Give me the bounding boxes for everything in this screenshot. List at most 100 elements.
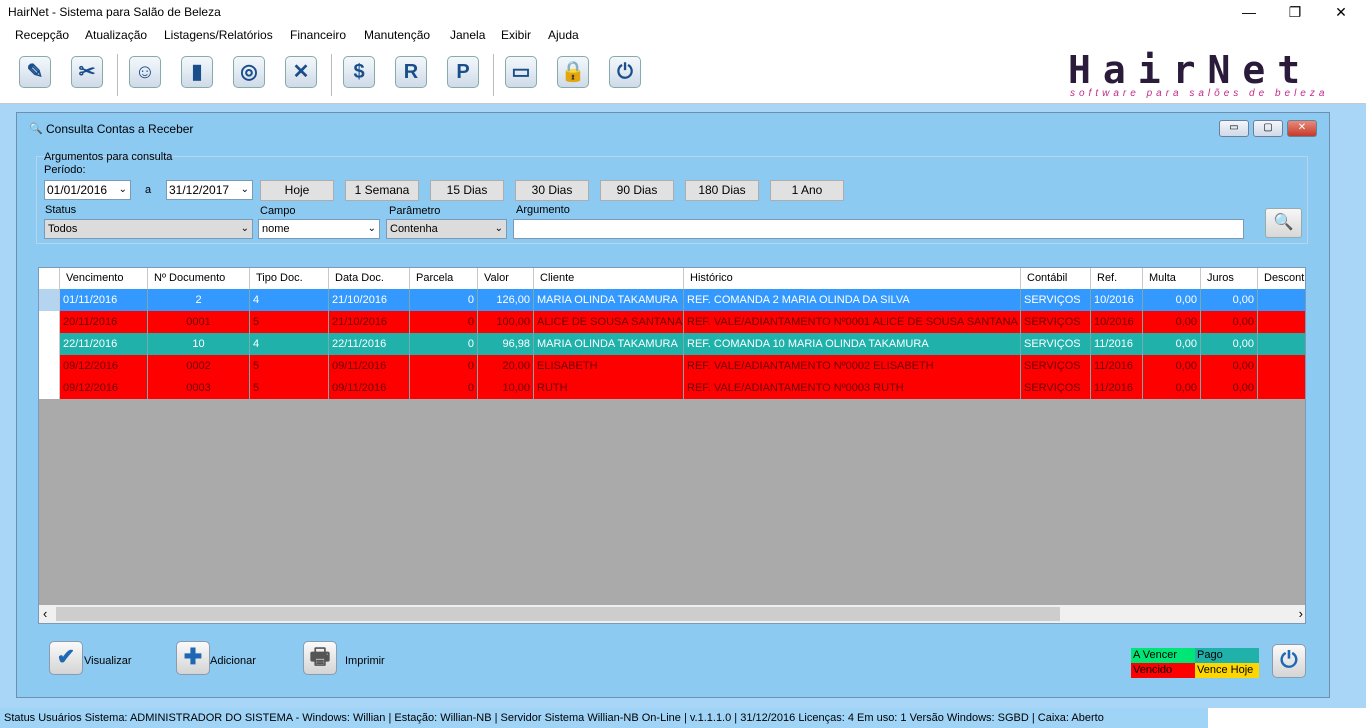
maximize-button[interactable]: ❐: [1272, 0, 1318, 24]
tools-icon[interactable]: ✕: [285, 56, 317, 88]
door-icon[interactable]: ▮: [181, 56, 213, 88]
table-cell[interactable]: SERVIÇOS: [1021, 333, 1091, 355]
table-cell[interactable]: 09/12/2016: [60, 355, 148, 377]
table-cell[interactable]: 0: [410, 377, 478, 399]
table-cell[interactable]: 0,00: [1143, 311, 1201, 333]
table-cell[interactable]: 0: [410, 333, 478, 355]
row-indicator[interactable]: [39, 311, 60, 333]
table-cell[interactable]: 0,00: [1143, 355, 1201, 377]
table-cell[interactable]: SERVIÇOS: [1021, 355, 1091, 377]
table-cell[interactable]: 0: [410, 311, 478, 333]
table-cell[interactable]: [1258, 333, 1305, 355]
receivables-grid[interactable]: Vencimento Nº Documento Tipo Doc. Data D…: [38, 267, 1306, 624]
child-minimize-button[interactable]: ▭: [1219, 120, 1249, 137]
table-cell[interactable]: REF. VALE/ADIANTAMENTO Nº0002 ELISABETH: [684, 355, 1021, 377]
row-indicator[interactable]: [39, 333, 60, 355]
menu-financeiro[interactable]: Financeiro: [290, 28, 346, 42]
scroll-right-icon[interactable]: ›: [1299, 605, 1303, 623]
table-cell[interactable]: 2: [148, 289, 250, 311]
15-dias-button[interactable]: 15 Dias: [430, 180, 504, 201]
table-row[interactable]: 22/11/2016 10 4 22/11/2016 0 96,98 MARIA OLIND…: [39, 333, 1305, 355]
menu-listagens[interactable]: Listagens/Relatórios: [164, 28, 273, 42]
table-cell[interactable]: 0003: [148, 377, 250, 399]
table-cell[interactable]: 0,00: [1201, 311, 1258, 333]
imprimir-label[interactable]: Imprimir: [345, 655, 385, 667]
180-dias-button[interactable]: 180 Dias: [685, 180, 759, 201]
table-cell[interactable]: 96,98: [478, 333, 534, 355]
table-cell[interactable]: ELISABETH: [534, 355, 684, 377]
menu-janela[interactable]: Janela: [450, 28, 485, 42]
column-header[interactable]: Histórico: [684, 268, 1021, 289]
table-cell[interactable]: 0: [410, 355, 478, 377]
column-header[interactable]: Parcela: [410, 268, 478, 289]
table-cell[interactable]: 5: [250, 311, 329, 333]
table-cell[interactable]: MARIA OLINDA TAKAMURA: [534, 333, 684, 355]
search-button[interactable]: 🔍: [1265, 208, 1302, 238]
table-cell[interactable]: REF. VALE/ADIANTAMENTO Nº0001 ALICE DE S…: [684, 311, 1021, 333]
row-indicator[interactable]: [39, 289, 60, 311]
table-cell[interactable]: ALICE DE SOUSA SANTANA: [534, 311, 684, 333]
table-cell[interactable]: 10,00: [478, 377, 534, 399]
menu-exibir[interactable]: Exibir: [501, 28, 531, 42]
table-cell[interactable]: 20,00: [478, 355, 534, 377]
table-cell[interactable]: REF. COMANDA 10 MARIA OLINDA TAKAMURA: [684, 333, 1021, 355]
table-cell[interactable]: 10/2016: [1091, 289, 1143, 311]
column-header[interactable]: Ref.: [1091, 268, 1143, 289]
table-cell[interactable]: [1258, 311, 1305, 333]
menu-recepcao[interactable]: Recepção: [15, 28, 69, 42]
date-to-picker[interactable]: 31/12/2017 ⌄: [166, 180, 253, 200]
visualizar-label[interactable]: Visualizar: [84, 655, 132, 667]
table-cell[interactable]: 11/2016: [1091, 333, 1143, 355]
date-from-picker[interactable]: 01/01/2016 ⌄: [44, 180, 131, 200]
column-header[interactable]: Vencimento: [60, 268, 148, 289]
column-header[interactable]: Nº Documento: [148, 268, 250, 289]
table-row[interactable]: 20/11/2016 0001 5 21/10/2016 0 100,00 ALICE DE…: [39, 311, 1305, 333]
column-header[interactable]: Cliente: [534, 268, 684, 289]
lock-icon[interactable]: 🔒: [557, 56, 589, 88]
table-cell[interactable]: SERVIÇOS: [1021, 311, 1091, 333]
minimize-button[interactable]: —: [1226, 0, 1272, 24]
table-cell[interactable]: 126,00: [478, 289, 534, 311]
table-cell[interactable]: 09/11/2016: [329, 355, 410, 377]
close-button[interactable]: ✕: [1318, 0, 1364, 24]
child-restore-button[interactable]: ▢: [1253, 120, 1283, 137]
child-close-button[interactable]: ✕: [1287, 120, 1317, 137]
column-header[interactable]: Data Doc.: [329, 268, 410, 289]
visualizar-button[interactable]: ✔: [49, 641, 83, 675]
column-header[interactable]: Multa: [1143, 268, 1201, 289]
table-cell[interactable]: 22/11/2016: [329, 333, 410, 355]
table-cell[interactable]: [1258, 289, 1305, 311]
keyboard-icon[interactable]: ▭: [505, 56, 537, 88]
menu-manutencao[interactable]: Manutenção: [364, 28, 430, 42]
table-cell[interactable]: 11/2016: [1091, 377, 1143, 399]
table-cell[interactable]: RUTH: [534, 377, 684, 399]
scroll-thumb[interactable]: [56, 607, 1060, 621]
column-header[interactable]: Tipo Doc.: [250, 268, 329, 289]
table-cell[interactable]: 100,00: [478, 311, 534, 333]
table-cell[interactable]: 0,00: [1201, 333, 1258, 355]
table-cell[interactable]: 01/11/2016: [60, 289, 148, 311]
row-indicator[interactable]: [39, 355, 60, 377]
table-cell[interactable]: 0,00: [1201, 377, 1258, 399]
p-icon[interactable]: P: [447, 56, 479, 88]
table-cell[interactable]: 5: [250, 377, 329, 399]
table-cell[interactable]: 0002: [148, 355, 250, 377]
table-cell[interactable]: 0,00: [1143, 289, 1201, 311]
table-row[interactable]: 09/12/2016 0003 5 09/11/2016 0 10,00 RUTH REF. …: [39, 377, 1305, 399]
table-cell[interactable]: 21/10/2016: [329, 311, 410, 333]
campo-select[interactable]: nome ⌄: [258, 219, 380, 239]
column-header[interactable]: Valor: [478, 268, 534, 289]
hoje-button[interactable]: Hoje: [260, 180, 334, 201]
table-cell[interactable]: REF. COMANDA 2 MARIA OLINDA DA SILVA: [684, 289, 1021, 311]
30-dias-button[interactable]: 30 Dias: [515, 180, 589, 201]
table-cell[interactable]: 0,00: [1143, 377, 1201, 399]
argumento-input[interactable]: [513, 219, 1244, 239]
adicionar-button[interactable]: ✚: [176, 641, 210, 675]
power-icon[interactable]: ⏻: [609, 56, 641, 88]
1-semana-button[interactable]: 1 Semana: [345, 180, 419, 201]
r-icon[interactable]: R: [395, 56, 427, 88]
table-cell[interactable]: 10/2016: [1091, 311, 1143, 333]
table-cell[interactable]: [1258, 355, 1305, 377]
scroll-left-icon[interactable]: ‹: [43, 605, 47, 623]
column-header[interactable]: Descont: [1258, 268, 1305, 289]
